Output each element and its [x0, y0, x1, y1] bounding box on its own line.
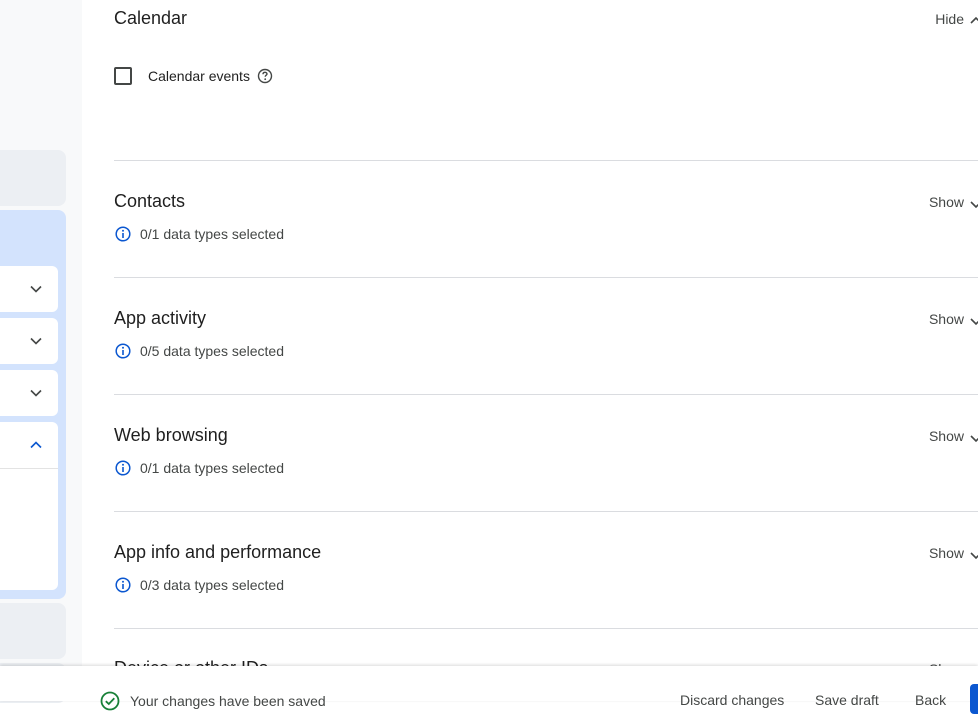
chevron-down-icon: [970, 197, 978, 209]
next-button[interactable]: [970, 684, 978, 714]
show-button[interactable]: Show: [929, 428, 964, 444]
selection-count: 0/1 data types selected: [140, 460, 284, 476]
selection-summary: 0/5 data types selected: [114, 342, 284, 360]
show-button[interactable]: Show: [929, 194, 964, 210]
show-button[interactable]: Show: [929, 311, 964, 327]
back-button[interactable]: Back: [915, 692, 946, 708]
selection-count: 0/3 data types selected: [140, 577, 284, 593]
left-sidebar: [0, 0, 82, 703]
discard-changes-button[interactable]: Discard changes: [680, 692, 784, 708]
section-title: Web browsing: [114, 425, 228, 445]
calendar-events-checkbox[interactable]: [114, 67, 132, 85]
selection-count: 0/5 data types selected: [140, 343, 284, 359]
save-draft-button[interactable]: Save draft: [815, 692, 879, 708]
chevron-down-icon: [28, 333, 44, 349]
divider: [114, 511, 978, 512]
chevron-down-icon: [970, 548, 978, 560]
section-title: Calendar: [114, 8, 188, 28]
divider: [114, 160, 978, 161]
help-circle-icon[interactable]: [256, 67, 274, 85]
selection-summary: 0/1 data types selected: [114, 225, 284, 243]
save-status-text: Your changes have been saved: [130, 693, 326, 709]
footer-bar: Your changes have been saved Discard cha…: [0, 666, 978, 714]
section-title: App info and performance: [114, 542, 322, 562]
chevron-down-icon: [970, 431, 978, 443]
info-icon: [114, 459, 132, 477]
info-icon: [114, 225, 132, 243]
check-circle-icon: [100, 691, 120, 711]
hide-button[interactable]: Hide: [935, 11, 964, 27]
save-status: Your changes have been saved: [100, 691, 326, 711]
divider: [114, 277, 978, 278]
sidebar-section[interactable]: [0, 150, 66, 206]
info-icon: [114, 342, 132, 360]
chevron-down-icon: [28, 281, 44, 297]
chevron-down-icon: [970, 314, 978, 326]
sidebar-collapsed-item[interactable]: [0, 318, 58, 364]
section-title: App activity: [114, 308, 207, 328]
divider: [114, 628, 978, 629]
calendar-events-row: Calendar events: [114, 67, 274, 85]
divider: [114, 394, 978, 395]
selection-summary: 0/1 data types selected: [114, 459, 284, 477]
show-button[interactable]: Show: [929, 545, 964, 561]
checkbox-label: Calendar events: [148, 68, 250, 84]
chevron-up-icon: [28, 437, 44, 453]
chevron-down-icon: [28, 385, 44, 401]
selection-count: 0/1 data types selected: [140, 226, 284, 242]
section-title: Contacts: [114, 191, 186, 211]
info-icon: [114, 576, 132, 594]
sidebar-expanded-item[interactable]: [0, 422, 58, 590]
sidebar-collapsed-item[interactable]: [0, 370, 58, 416]
divider: [0, 468, 58, 469]
chevron-up-icon: [970, 14, 978, 26]
selection-summary: 0/3 data types selected: [114, 576, 284, 594]
sidebar-collapsed-item[interactable]: [0, 266, 58, 312]
sidebar-section[interactable]: [0, 603, 66, 659]
